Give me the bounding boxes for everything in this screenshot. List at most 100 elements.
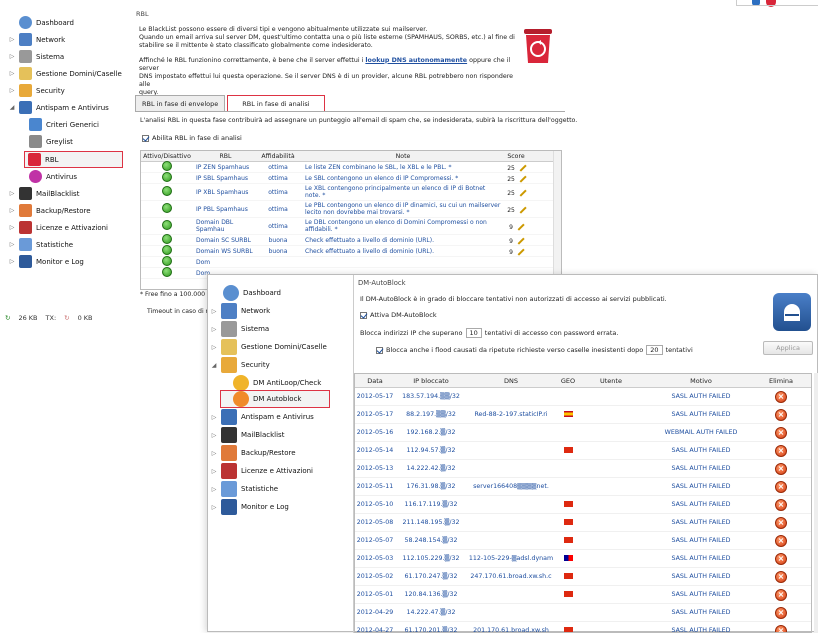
autoblock-row[interactable]: 2012-04-2761.170.201.▒/32201.170.61.broa… [355,622,811,633]
nav-domains[interactable]: ▷Gestione Domini/Caselle [8,65,122,82]
rbl-row[interactable]: Domain DBL SpamhauottimaLe DBL contengon… [141,218,561,235]
delete-icon[interactable]: × [775,391,787,403]
active-status-icon[interactable] [162,267,172,277]
autoblock-row[interactable]: 2012-05-10116.17.119.▒/32SASL AUTH FAILE… [355,496,811,514]
enable-rbl-analysis[interactable]: Abilita RBL in fase di analisi [142,134,242,142]
active-status-icon[interactable] [162,234,172,244]
nav-monitor[interactable]: ▷Monitor e Log [8,253,84,270]
delete-icon[interactable]: × [775,463,787,475]
rbl-row[interactable]: Domain SC SURBLbuonaCheck effettuato a l… [141,235,561,246]
edit-pencil-icon[interactable] [515,202,526,213]
nav2-antispam[interactable]: ▷Antispam e Antivirus [210,408,314,426]
rbl-row[interactable]: IP XBL SpamhausottimaLe XBL contengono p… [141,184,561,201]
delete-icon[interactable]: × [775,445,787,457]
flag-cn-icon [564,537,573,543]
edit-pencil-icon[interactable] [513,233,524,244]
delete-icon[interactable]: × [775,571,787,583]
nav-antivirus[interactable]: Antivirus [26,168,77,185]
active-status-icon[interactable] [162,203,172,213]
autoblock-row[interactable]: 2012-05-0758.248.154.▒/32SASL AUTH FAILE… [355,532,811,550]
edit-pencil-icon[interactable] [513,219,524,230]
nav2-security[interactable]: ◢Security [210,356,270,374]
folder-icon [221,339,237,355]
nav-mailblacklist[interactable]: ▷MailBlacklist [8,185,79,202]
autoblock-row[interactable]: 2012-05-17183.57.194.▒▒/32SASL AUTH FAIL… [355,388,811,406]
active-status-icon[interactable] [162,161,172,171]
enable-autoblock[interactable]: Attiva DM-AutoBlock [360,311,437,319]
edit-pencil-icon[interactable] [515,160,526,171]
delete-icon[interactable]: × [775,517,787,529]
autoblock-row[interactable]: 2012-05-01120.84.136.▒/32SASL AUTH FAILE… [355,586,811,604]
rbl-row[interactable]: IP SBL SpamhausottimaLe SBL contengono u… [141,173,561,184]
nav2-autoblock[interactable]: DM Autoblock [220,390,330,408]
autoblock-row[interactable]: 2012-05-0261.170.247.▒/32247.170.61.broa… [355,568,811,586]
nav2-dashboard[interactable]: Dashboard [220,284,281,302]
autoblock-row[interactable]: 2012-04-2914.222.47.▒/32SASL AUTH FAILED… [355,604,811,622]
active-status-icon[interactable] [162,172,172,182]
rbl-scrollbar[interactable] [553,151,561,290]
nav-greylist[interactable]: Greylist [26,133,73,150]
autoblock-row[interactable]: 2012-05-03112.105.229.▒/32112-105-229-▒a… [355,550,811,568]
nav-statistics[interactable]: ▷Statistiche [8,236,73,253]
edit-pencil-icon[interactable] [515,185,526,196]
delete-icon[interactable]: × [775,589,787,601]
rbl-row[interactable]: Domain WS SURBLbuonaCheck effettuato a l… [141,246,561,257]
rbl-row[interactable]: Dom [141,257,561,268]
nav-antispam[interactable]: ◢Antispam e Antivirus [8,99,109,116]
delete-icon[interactable]: × [775,535,787,547]
nav2-backup[interactable]: ▷Backup/Restore [210,444,296,462]
nav2-monitor[interactable]: ▷Monitor e Log [210,498,289,516]
enable-autoblock-checkbox[interactable] [360,312,367,319]
nav2-statistics[interactable]: ▷Statistiche [210,480,278,498]
active-status-icon[interactable] [162,220,172,230]
autoblock-row[interactable]: 2012-05-1314.222.42.▒/32SASL AUTH FAILED… [355,460,811,478]
delete-icon[interactable]: × [775,553,787,565]
delete-icon[interactable]: × [775,409,787,421]
edit-pencil-icon[interactable] [513,244,524,255]
delete-icon[interactable]: × [775,481,787,493]
monitor-icon [221,499,237,515]
delete-icon[interactable]: × [775,607,787,619]
rbl-row[interactable]: IP ZEN SpamhausottimaLe liste ZEN combin… [141,162,561,173]
license-icon [221,463,237,479]
apply-button[interactable]: Applica [763,341,813,355]
nav-dashboard[interactable]: Dashboard [8,14,74,31]
tab-analysis[interactable]: RBL in fase di analisi [227,95,324,111]
chart-icon [221,481,237,497]
nav-criteri-generici[interactable]: Criteri Generici [26,116,99,133]
nav-licenses[interactable]: ▷Licenze e Attivazioni [8,219,108,236]
autoblock-scrollbar[interactable] [814,373,818,633]
active-status-icon[interactable] [162,245,172,255]
nav-backup[interactable]: ▷Backup/Restore [8,202,91,219]
greylist-icon [29,135,42,148]
nav2-sistema[interactable]: ▷Sistema [210,320,269,338]
edit-pencil-icon[interactable] [515,171,526,182]
lookup-dns-link[interactable]: lookup DNS autonomamente [365,57,467,64]
active-status-icon[interactable] [162,256,172,266]
enable-rbl-checkbox[interactable] [142,135,149,142]
rbl-table-header: Attivo/Disattivo RBL Affidabilità Note S… [141,151,561,162]
autoblock-row[interactable]: 2012-05-11176.31.98.▒/32server166408▒▒▒▒… [355,478,811,496]
antispam-icon [221,409,237,425]
rbl-row[interactable]: IP PBL SpamhausottimaLe PBL contengono u… [141,201,561,218]
active-status-icon[interactable] [162,186,172,196]
autoblock-row[interactable]: 2012-05-08211.148.195.▒/32SASL AUTH FAIL… [355,514,811,532]
autoblock-row[interactable]: 2012-05-14112.94.57.▒/32SASL AUTH FAILED… [355,442,811,460]
nav-security[interactable]: ▷Security [8,82,65,99]
nav2-licenses[interactable]: ▷Licenze e Attivazioni [210,462,313,480]
flood-checkbox[interactable] [376,347,383,354]
flood-attempts-input[interactable]: 20 [646,345,662,355]
tab-envelope[interactable]: RBL in fase di envelope [135,95,225,111]
nav2-network[interactable]: ▷Network [210,302,270,320]
nav-sistema[interactable]: ▷Sistema [8,48,64,65]
nav-network[interactable]: ▷Network [8,31,65,48]
timeout-label: Timeout in caso di m [147,308,212,315]
nav2-domains[interactable]: ▷Gestione Domini/Caselle [210,338,327,356]
autoblock-row[interactable]: 2012-05-1788.2.197.▒▒/32Red-88-2-197.sta… [355,406,811,424]
block-attempts-input[interactable]: 10 [466,328,482,338]
nav-rbl[interactable]: RBL [24,151,123,168]
autoblock-row[interactable]: 2012-05-16192.168.2.▒/32WEBMAIL AUTH FAI… [355,424,811,442]
delete-icon[interactable]: × [775,499,787,511]
delete-icon[interactable]: × [775,427,787,439]
nav2-mailblacklist[interactable]: ▷MailBlacklist [210,426,284,444]
